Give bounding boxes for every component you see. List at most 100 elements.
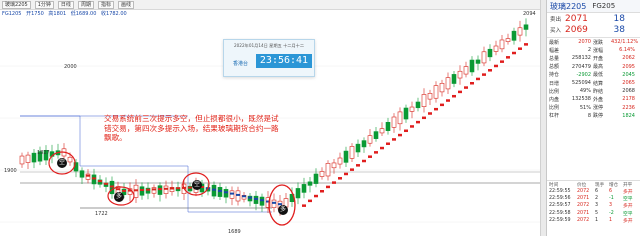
signal-dot-up — [374, 151, 378, 154]
candle-body — [463, 66, 469, 75]
candle-body — [427, 93, 433, 100]
signal-dot-up — [434, 107, 438, 111]
stats-key: 内盘 — [549, 96, 560, 103]
trade-cell: 多开 — [623, 204, 633, 210]
trade-ticks: 时间 价位 现手 增仓 开平 22:59:55 2072 6 6 多开 22:59:56 2… — [547, 180, 640, 224]
candle-body — [319, 171, 325, 177]
stats-value: 8 — [587, 112, 591, 119]
trade-cell: 1 — [595, 217, 599, 223]
signal-dot-up — [326, 185, 330, 189]
stats-value: 270479 — [571, 63, 591, 70]
candle-body — [307, 181, 313, 186]
signal-dot-up — [446, 99, 450, 102]
signal-dot-up — [518, 47, 522, 50]
signal-dot-up — [416, 120, 420, 124]
candle-body — [19, 155, 25, 165]
stats-value: 525094 — [571, 80, 591, 87]
candle-body — [517, 27, 523, 36]
signal-dot — [218, 189, 222, 192]
candle-body — [361, 140, 367, 148]
candle-body — [481, 51, 487, 64]
contract-code: FG205 — [592, 2, 616, 10]
price-label-1722: 1722 — [95, 211, 108, 217]
signal-dot-up — [470, 82, 474, 85]
candle-body — [373, 131, 379, 139]
trade-cell: 5 — [595, 210, 599, 216]
signal-marker-long: 多 — [114, 192, 124, 202]
candle-body — [385, 121, 391, 131]
signal-dot-up — [344, 172, 348, 176]
stats-key: 开盘 — [593, 55, 604, 62]
signal-dot-up — [410, 125, 414, 128]
candle-body — [493, 45, 499, 52]
price-label-2000: 2000 — [64, 64, 77, 70]
candle-body — [397, 111, 403, 125]
signal-dot — [176, 187, 180, 190]
stats-row: 比例 51% 涨停 2236 — [547, 104, 640, 112]
trade-row: 22:59:57 2072 3 3 多开 — [547, 202, 640, 209]
trade-cell: 2072 — [577, 217, 590, 223]
trade-cell: 22:59:59 — [549, 217, 571, 223]
signal-dot-up — [386, 142, 390, 145]
quote-title: 玻璃2205 FG205 — [547, 0, 640, 13]
candle-body — [379, 128, 385, 134]
trade-cell: 22:59:57 — [549, 203, 571, 209]
stats-key: 幅差 — [549, 47, 560, 54]
candle-body — [469, 59, 475, 73]
stats-value: 2065 — [622, 80, 635, 87]
trade-cell: 1 — [609, 217, 613, 223]
candle-body — [313, 173, 319, 184]
signal-dot — [92, 177, 96, 180]
stats-value: -2902 — [576, 71, 591, 78]
bid-price[interactable]: 2069 — [565, 25, 595, 35]
clock-time: 23:56:41 — [256, 54, 312, 68]
stats-row: 比例 49% 昨结 2068 — [547, 87, 640, 95]
signal-dot — [152, 188, 156, 191]
trade-cell: 空平 — [623, 211, 633, 217]
candle-body — [445, 77, 451, 90]
signal-dot-up — [404, 129, 408, 133]
candle-body — [355, 143, 361, 153]
trade-cell: 22:59:55 — [549, 189, 571, 195]
trade-cell: 22:59:58 — [549, 210, 571, 216]
stats-row: 日增 525094 结算 2065 — [547, 79, 640, 87]
signal-dot — [170, 187, 174, 190]
trade-row: 22:59:59 2072 1 1 多开 — [547, 217, 640, 224]
candlestick-chart[interactable]: 玻璃2205 1分钟 日线 周期 指标 画线 FG1205 开1750 高180… — [0, 0, 546, 236]
candle-body — [505, 38, 511, 42]
stats-row: 持仓 -2902 最低 2045 — [547, 71, 640, 79]
stats-key: 跌停 — [593, 113, 604, 120]
signal-dot-up — [398, 133, 402, 137]
signal-dot — [158, 188, 162, 191]
stats-key: 涨停 — [593, 105, 604, 112]
stats-key: 总量 — [549, 55, 560, 62]
candle-body — [415, 101, 421, 109]
signal-dot-up — [500, 60, 504, 63]
signal-dot-up — [320, 190, 324, 193]
signal-dot-up — [362, 159, 366, 163]
analysis-annotation: 交易系统前三次提示多空，但止损都很小，既然是试错交易，第四次多提示入场，结果玻璃… — [104, 114, 279, 142]
signal-marker-short-2: 空 — [192, 180, 202, 190]
price-label-1827: 1827 — [37, 150, 50, 156]
signal-dot — [272, 201, 276, 204]
trade-cell: 2071 — [577, 210, 590, 216]
trade-row: 22:59:55 2072 6 6 多开 — [547, 188, 640, 195]
signal-dot-up — [368, 155, 372, 158]
stats-value: 258132 — [571, 55, 591, 62]
symbol-name[interactable]: 玻璃2205 — [550, 1, 586, 12]
trade-cell: 6 — [609, 189, 613, 195]
trade-cell: -1 — [609, 196, 614, 202]
trade-cell: 多开 — [623, 190, 633, 196]
stats-key: 最低 — [593, 72, 604, 79]
stats-value: 132538 — [571, 96, 591, 103]
trade-row: 22:59:58 2071 5 -2 空平 — [547, 210, 640, 217]
candle-body — [403, 107, 409, 120]
stats-key: 涨幅 — [593, 47, 604, 54]
candle-body — [367, 135, 373, 144]
trade-cell: 2 — [595, 196, 599, 202]
stats-key: 涨跌 — [593, 39, 604, 46]
ask-price[interactable]: 2071 — [565, 14, 595, 24]
trade-cell: 6 — [595, 189, 599, 195]
signal-dot-up — [524, 43, 528, 46]
signal-dot — [110, 185, 114, 188]
